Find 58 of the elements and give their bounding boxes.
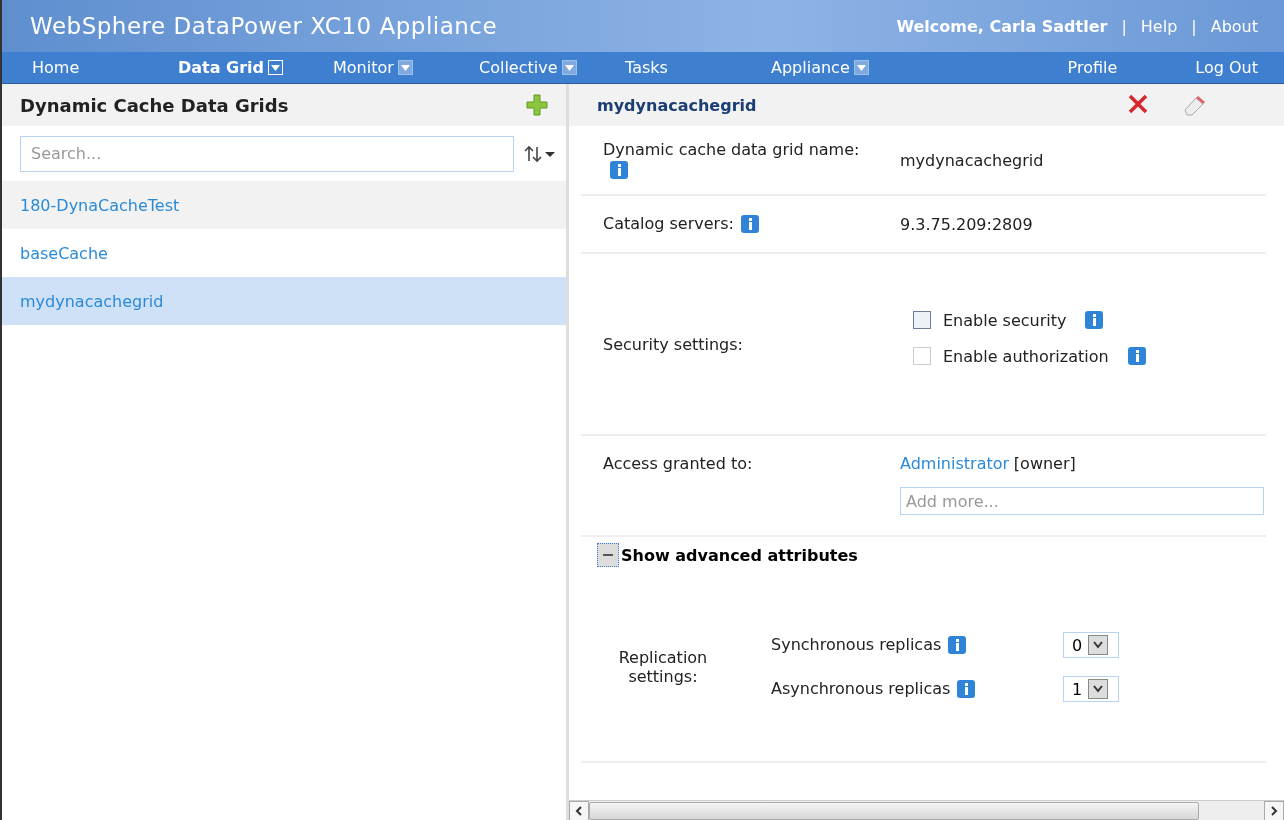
checkbox-label: Enable authorization (943, 346, 1109, 366)
field-value: 9.3.75.209:2809 (900, 214, 1033, 234)
menu-item[interactable]: Profile (1067, 58, 1118, 77)
caret-icon (853, 60, 869, 75)
welcome-text: Welcome, Carla Sadtler (896, 16, 1108, 36)
info-icon[interactable] (956, 679, 977, 700)
detail-title: mydynacachegrid (597, 95, 757, 115)
menu-item[interactable]: Data Grid (178, 58, 333, 77)
menu-item[interactable]: Appliance (771, 58, 917, 77)
add-icon[interactable] (526, 94, 548, 116)
dropdown[interactable]: 1 (1063, 676, 1119, 702)
delete-icon[interactable] (1128, 94, 1148, 114)
role-text: [owner] (1013, 454, 1076, 473)
info-icon[interactable] (947, 635, 968, 656)
field-label: Asynchronous replicas (771, 678, 951, 698)
caret-icon (268, 60, 284, 75)
advanced-toggle[interactable]: Show advanced attributes (581, 537, 1266, 573)
info-icon[interactable] (1084, 310, 1105, 330)
caret-icon (561, 60, 577, 75)
caret-icon (397, 60, 413, 75)
info-icon[interactable] (609, 159, 629, 180)
scroll-right-icon[interactable] (1264, 800, 1284, 820)
dropdown[interactable]: 0 (1063, 632, 1119, 658)
separator-text: | (1191, 16, 1197, 36)
scrollbar[interactable] (569, 800, 1284, 820)
input-field[interactable]: Add more... (900, 487, 1264, 515)
scroll-left-icon[interactable] (569, 800, 589, 820)
field-label: Dynamic cache data grid name: (603, 140, 860, 160)
info-icon[interactable] (739, 214, 760, 235)
menu-item[interactable]: Collective (479, 58, 625, 77)
scroll-thumb[interactable] (589, 801, 1199, 820)
sort-icon[interactable] (524, 144, 556, 163)
menu-item[interactable]: Monitor (333, 58, 479, 77)
field-label: Replication settings: (617, 648, 709, 686)
panel-title: Dynamic Cache Data Grids (20, 94, 289, 116)
field-label: Catalog servers: (603, 213, 734, 233)
eraser-icon[interactable] (1182, 94, 1206, 116)
menu-item[interactable]: Log Out (1195, 58, 1258, 77)
field-label: Security settings: (603, 334, 743, 354)
checkbox-label: Enable security (943, 310, 1067, 330)
separator-text: | (1121, 16, 1127, 36)
menu-item[interactable]: Home (32, 58, 178, 77)
chevron-icon (1088, 635, 1109, 655)
list-item[interactable]: 180-DynaCacheTest (2, 181, 566, 229)
menu-item[interactable]: Tasks (625, 58, 771, 77)
field-value: mydynacachegrid (900, 150, 1044, 170)
app-title: WebSphere DataPower XC10 Appliance (30, 13, 498, 39)
field-label: Synchronous replicas (771, 634, 942, 654)
chevron-icon (1088, 679, 1109, 699)
search-field[interactable]: Search... (20, 135, 514, 172)
field-label: Access granted to: (603, 454, 753, 473)
list-item[interactable]: mydynacachegrid (2, 277, 566, 325)
header-link[interactable]: Help (1140, 16, 1178, 36)
info-icon[interactable] (1126, 346, 1147, 366)
collapse-icon (597, 543, 619, 567)
user-link[interactable]: Administrator (900, 454, 1010, 473)
header-link[interactable]: About (1210, 16, 1258, 36)
checkbox[interactable] (913, 311, 931, 329)
